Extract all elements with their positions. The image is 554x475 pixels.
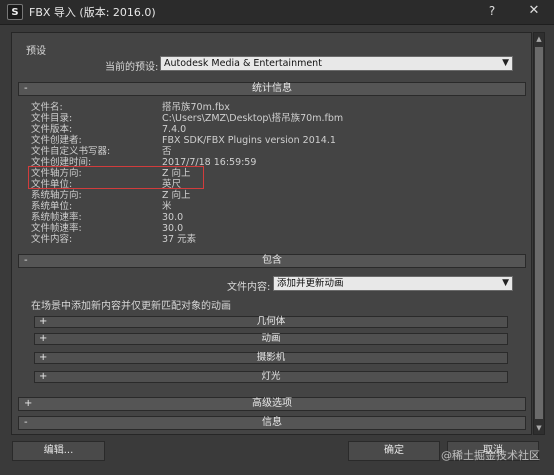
- include-rollout-header[interactable]: - 包含: [18, 254, 526, 268]
- scroll-down-icon[interactable]: ▼: [534, 423, 544, 433]
- file-content-label: 文件内容:: [227, 282, 271, 293]
- stat-value: 30.0: [162, 223, 184, 234]
- stat-value: 37 元素: [162, 234, 197, 245]
- chevron-down-icon: ▼: [502, 278, 509, 288]
- info-rollout-label: 信息: [262, 417, 282, 428]
- stat-key: 文件版本:: [31, 124, 73, 135]
- include-description: 在场景中添加新内容并仅更新匹配对象的动画: [31, 301, 231, 312]
- edit-button[interactable]: 编辑...: [12, 441, 105, 461]
- file-content-dropdown-value: 添加并更新动画: [277, 278, 344, 289]
- preset-dropdown[interactable]: Autodesk Media & Entertainment ▼: [160, 56, 513, 71]
- stat-value: 否: [162, 146, 172, 157]
- stat-key: 系统单位:: [31, 201, 73, 212]
- stat-key: 文件目录:: [31, 113, 73, 124]
- stat-value: C:\Users\ZMZ\Desktop\搭吊族70m.fbm: [162, 113, 344, 124]
- statistics-rollout-header[interactable]: - 统计信息: [18, 82, 526, 96]
- watermark: @稀土掘金技术社区: [441, 449, 540, 462]
- cameras-rollout-label: 摄影机: [256, 352, 286, 363]
- axis-units-highlight-box: [28, 166, 204, 189]
- geometry-rollout-label: 几何体: [256, 316, 286, 327]
- file-content-dropdown[interactable]: 添加并更新动画 ▼: [273, 276, 513, 291]
- geometry-rollout[interactable]: + 几何体: [34, 316, 508, 328]
- current-preset-label: 当前的预设:: [105, 62, 159, 73]
- stat-value: FBX SDK/FBX Plugins version 2014.1: [162, 135, 336, 146]
- animation-rollout[interactable]: + 动画: [34, 333, 508, 345]
- stat-value: 米: [162, 201, 172, 212]
- close-button[interactable]: ✕: [526, 3, 542, 18]
- scrollbar-thumb[interactable]: [535, 47, 543, 419]
- app-logo-icon: S: [7, 4, 23, 20]
- advanced-options-label: 高级选项: [252, 398, 292, 409]
- stat-key: 文件内容:: [31, 234, 73, 245]
- scroll-up-icon[interactable]: ▲: [534, 34, 544, 44]
- window-title: FBX 导入 (版本: 2016.0): [29, 6, 156, 19]
- stat-key: 文件创建者:: [31, 135, 82, 146]
- animation-rollout-label: 动画: [261, 333, 281, 344]
- stat-key: 文件名:: [31, 102, 63, 113]
- advanced-options-rollout-header[interactable]: + 高级选项: [18, 397, 526, 411]
- include-header-label: 包含: [262, 255, 282, 266]
- stat-key: 系统轴方向:: [31, 190, 82, 201]
- chevron-down-icon: ▼: [502, 58, 509, 68]
- ok-button[interactable]: 确定: [348, 441, 440, 461]
- stat-key: 系统帧速率:: [31, 212, 82, 223]
- help-button[interactable]: ?: [484, 4, 500, 18]
- preset-dropdown-value: Autodesk Media & Entertainment: [164, 58, 322, 69]
- cameras-rollout[interactable]: + 摄影机: [34, 352, 508, 364]
- stat-value: Z 向上: [162, 190, 191, 201]
- lights-rollout[interactable]: + 灯光: [34, 371, 508, 383]
- statistics-header-label: 统计信息: [252, 83, 292, 94]
- stat-value: 30.0: [162, 212, 184, 223]
- stat-value: 搭吊族70m.fbx: [162, 102, 230, 113]
- info-rollout-header[interactable]: - 信息: [18, 416, 526, 430]
- lights-rollout-label: 灯光: [261, 371, 281, 382]
- title-bar: S FBX 导入 (版本: 2016.0) ? ✕: [0, 0, 554, 25]
- presets-group-label: 预设: [26, 46, 46, 57]
- stat-key: 文件自定义书写器:: [31, 146, 111, 157]
- stat-value: 7.4.0: [162, 124, 187, 135]
- stat-key: 文件帧速率:: [31, 223, 82, 234]
- vertical-scrollbar[interactable]: ▲ ▼: [533, 32, 545, 435]
- import-settings-panel: 预设 当前的预设: Autodesk Media & Entertainment…: [11, 32, 532, 435]
